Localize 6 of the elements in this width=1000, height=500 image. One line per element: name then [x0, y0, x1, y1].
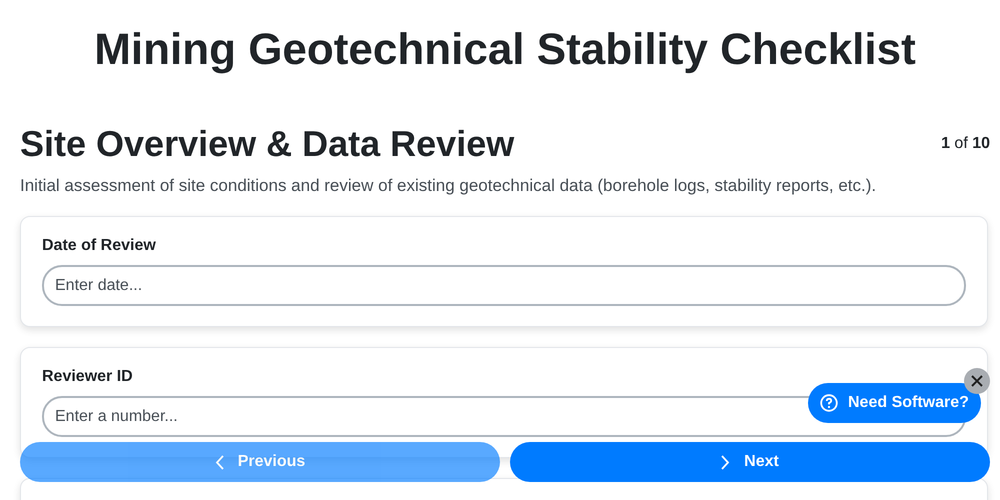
- page-counter: 1 of 10: [941, 135, 990, 153]
- section-heading: Site Overview & Data Review: [20, 122, 514, 166]
- page-title: Mining Geotechnical Stability Checklist: [93, 24, 917, 76]
- field-label: Reviewer ID: [42, 368, 134, 386]
- section-description: Initial assessment of site conditions and review of existing geotechnical data (borehole logs, stability reports, etc.).: [20, 176, 878, 196]
- field-label: Date of Review: [42, 237, 157, 255]
